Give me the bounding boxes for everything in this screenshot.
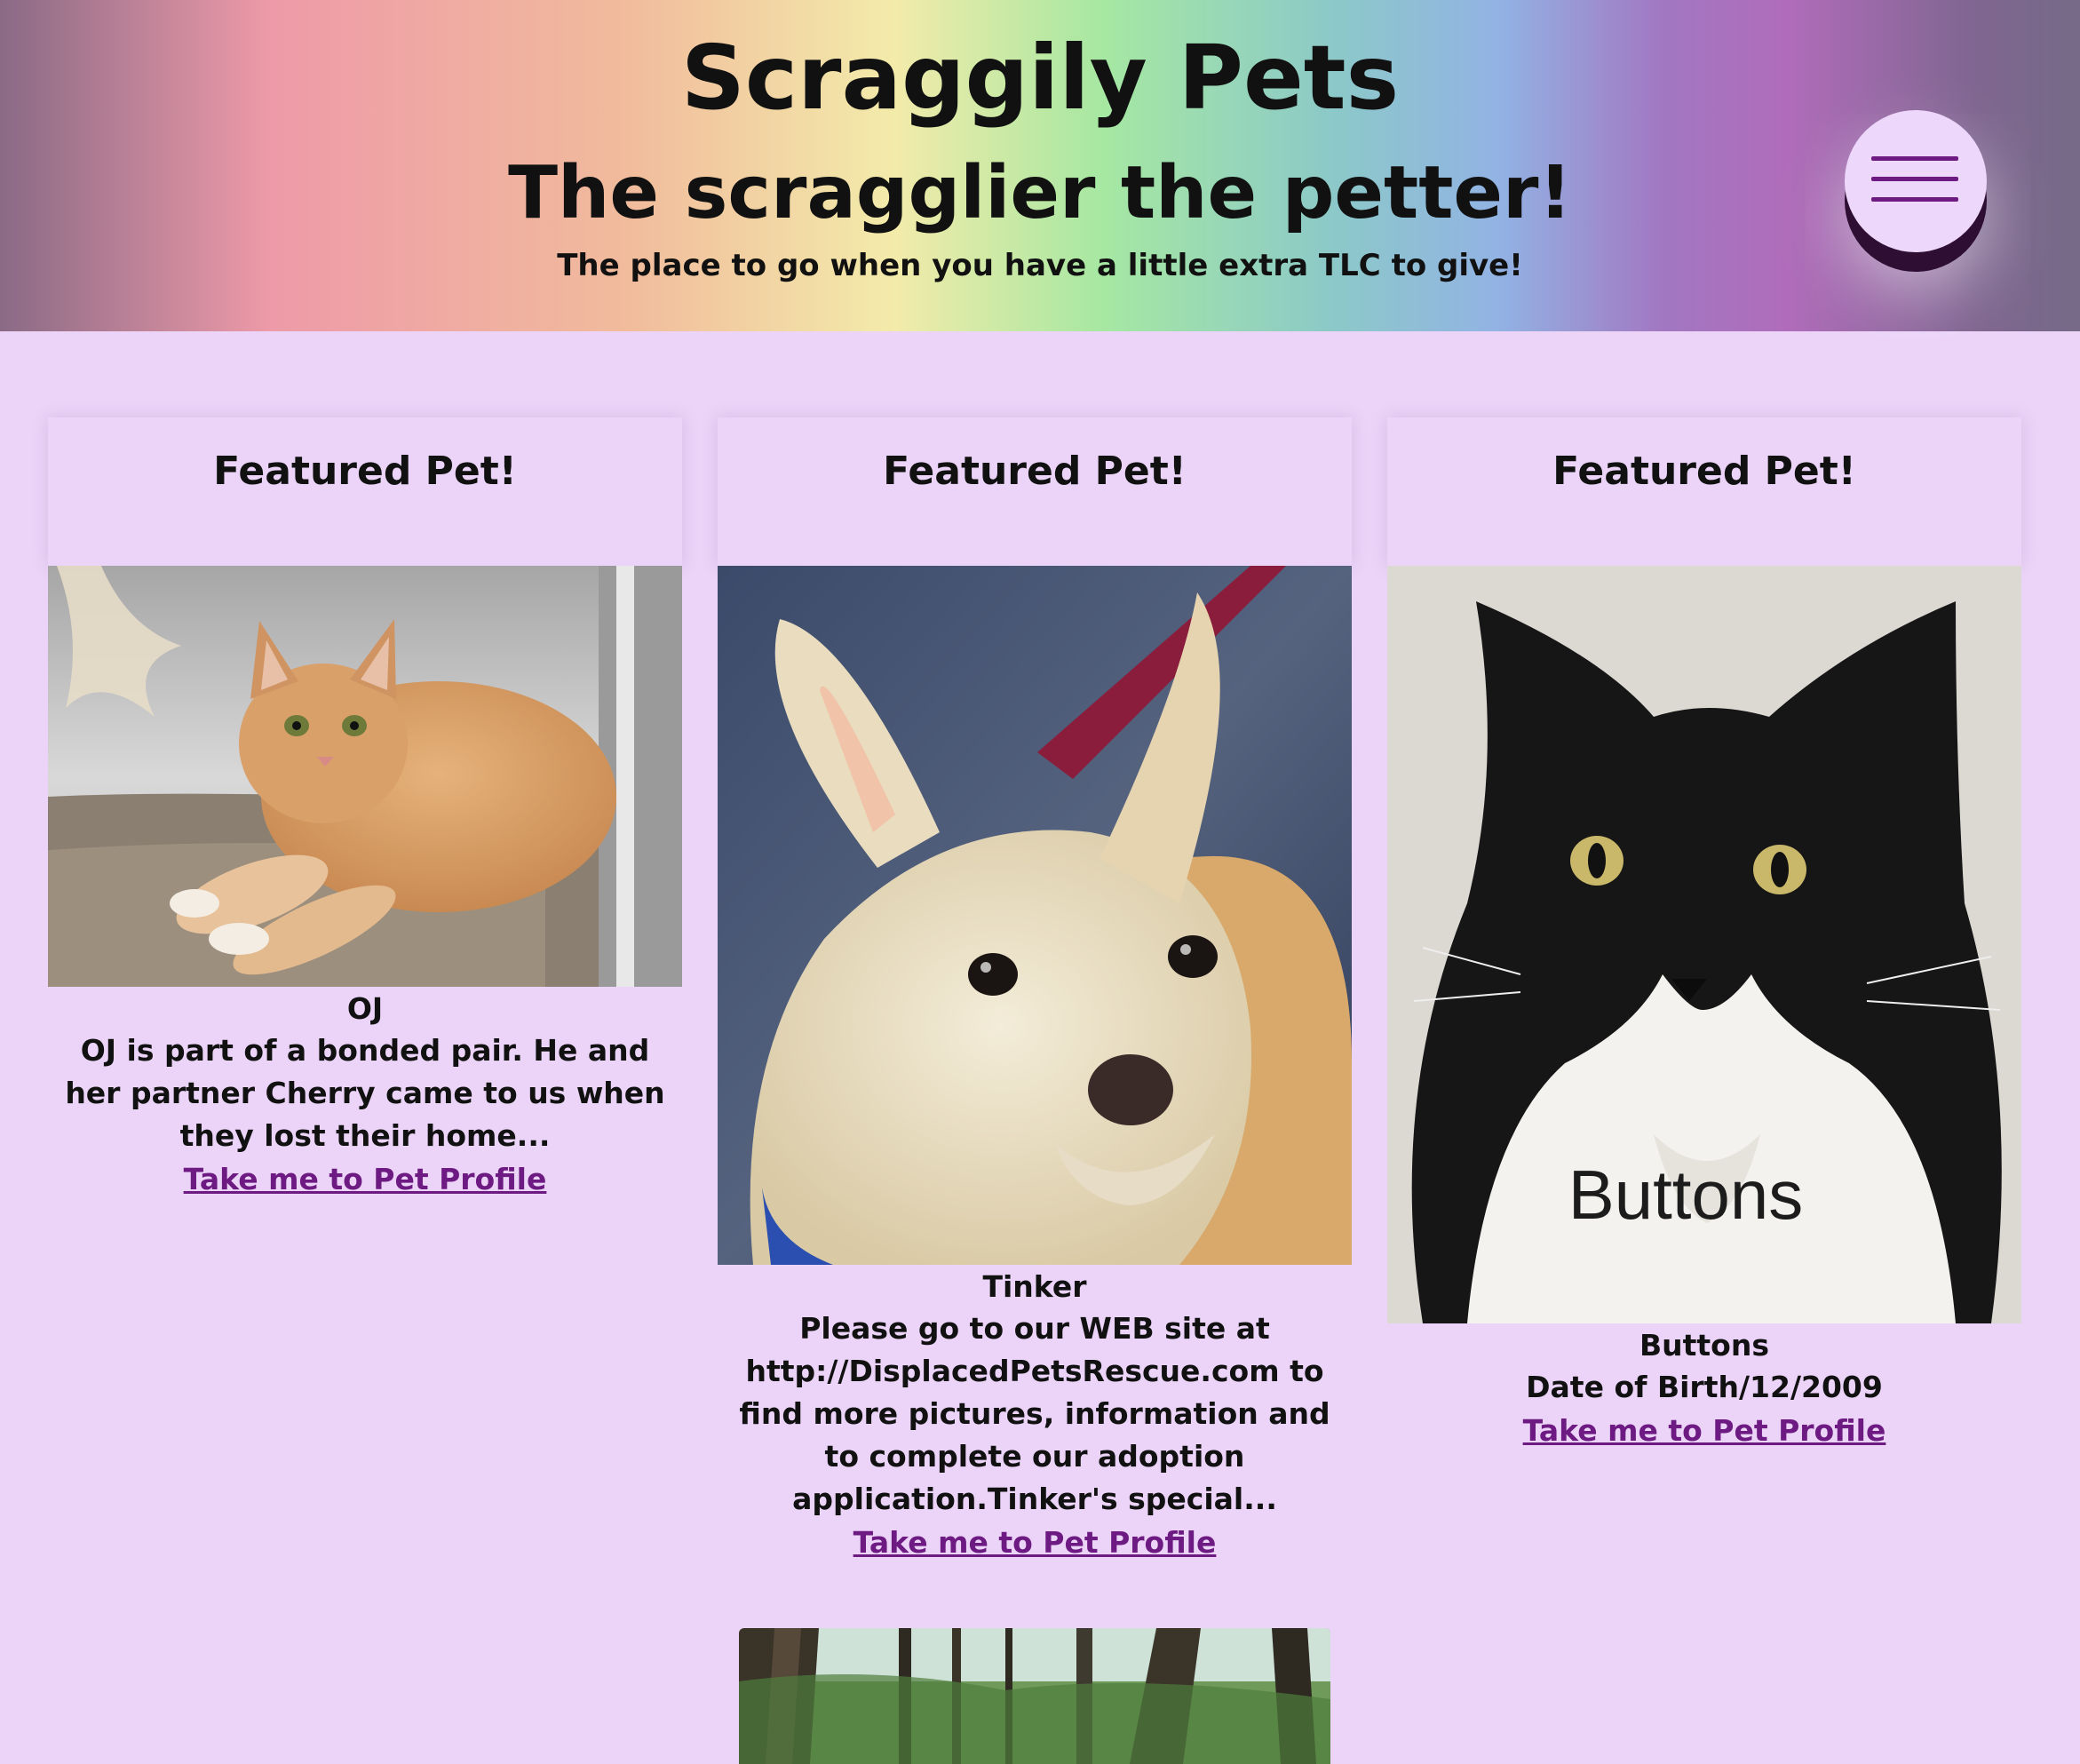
orange-cat-photo: [48, 566, 682, 987]
pet-name: OJ: [346, 991, 384, 1026]
pet-photo-tinker[interactable]: [718, 566, 1352, 1265]
site-header: Scraggily Pets The scragglier the petter…: [0, 0, 2080, 331]
featured-pet-card-tinker: Featured Pet! Tinker Please go to our WE…: [718, 417, 1352, 1565]
pet-description: Date of Birth/12/2009: [1526, 1370, 1883, 1404]
pet-photo-oj[interactable]: [48, 566, 682, 987]
pet-name: Buttons: [1639, 1328, 1769, 1363]
photo-caption: Buttons: [1568, 1156, 1804, 1234]
featured-pet-card-buttons: Featured Pet! Buttons Buttons Date of Bi…: [1387, 417, 2021, 1453]
white-dog-photo: [718, 566, 1352, 1265]
tuxedo-cat-photo: Buttons: [1387, 566, 2021, 1323]
pet-name: Tinker: [982, 1269, 1087, 1304]
card-header: Featured Pet!: [718, 417, 1352, 566]
card-heading: Featured Pet!: [213, 449, 517, 494]
card-header: Featured Pet!: [48, 417, 682, 566]
card-heading: Featured Pet!: [1552, 449, 1856, 494]
site-tagline: The scragglier the petter!: [508, 151, 1572, 235]
pet-profile-link[interactable]: Take me to Pet Profile: [1523, 1409, 1886, 1453]
pet-profile-link[interactable]: Take me to Pet Profile: [853, 1521, 1217, 1565]
pet-description: Please go to our WEB site at http://Disp…: [739, 1311, 1330, 1516]
featured-pet-card-oj: Featured Pet! OJ OJ is part of a bonded …: [48, 417, 682, 1202]
pet-description: OJ is part of a bonded pair. He and her …: [65, 1033, 665, 1153]
site-title: Scraggily Pets: [680, 26, 1400, 130]
forest-image: [739, 1628, 1330, 1764]
card-header: Featured Pet!: [1387, 417, 2021, 566]
site-subtitle: The place to go when you have a little e…: [557, 248, 1523, 283]
pet-photo-buttons[interactable]: Buttons: [1387, 566, 2021, 1323]
pet-profile-link[interactable]: Take me to Pet Profile: [184, 1157, 547, 1202]
menu-button[interactable]: [1845, 110, 1987, 252]
card-heading: Featured Pet!: [883, 449, 1187, 494]
